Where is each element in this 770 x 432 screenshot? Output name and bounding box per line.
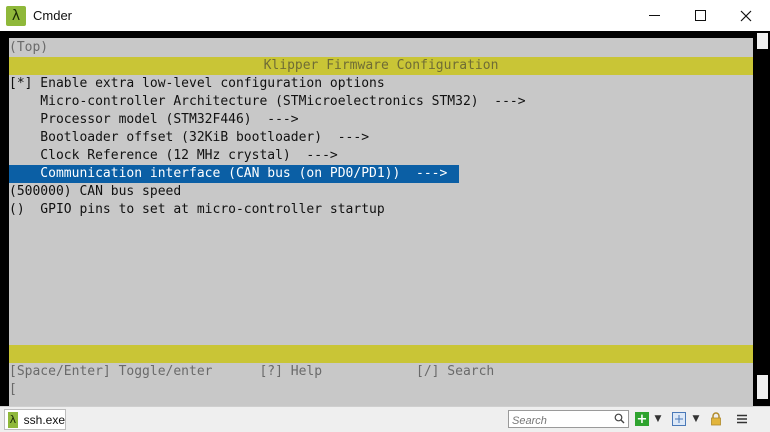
lambda-icon: λ	[6, 5, 26, 26]
lambda-icon: λ	[8, 411, 18, 428]
help-footer: [Space/Enter] Toggle/enter [?] Help [/] …	[9, 364, 495, 379]
lock-icon[interactable]	[709, 412, 723, 426]
split-icon[interactable]	[672, 412, 686, 426]
plus-icon[interactable]: +	[635, 412, 649, 427]
terminal-screen[interactable]: (Top) Klipper Firmware Configuration [*]…	[9, 38, 753, 430]
chevron-down-icon[interactable]: ▼	[689, 412, 703, 426]
menu-item[interactable]: (500000) CAN bus speed	[9, 183, 753, 201]
minimize-icon	[648, 15, 660, 16]
menu-footer-bar	[9, 345, 753, 363]
search-icon[interactable]	[614, 413, 625, 424]
scrollbar-top[interactable]	[757, 33, 768, 49]
maximize-icon	[694, 10, 706, 21]
maximize-button[interactable]	[677, 0, 723, 31]
minimize-button[interactable]	[631, 0, 677, 31]
menu-header-title: Klipper Firmware Configuration	[9, 57, 753, 75]
selected-item-label: Communication interface (CAN bus (on PD0…	[9, 165, 459, 183]
menu-item[interactable]: Bootloader offset (32KiB bootloader) ---…	[9, 129, 753, 147]
menu-icon[interactable]	[735, 412, 749, 426]
menu-item-selected[interactable]: Communication interface (CAN bus (on PD0…	[9, 165, 753, 183]
menu-item[interactable]: [*] Enable extra low-level configuration…	[9, 75, 753, 93]
command-prompt[interactable]: [	[9, 381, 753, 399]
window-title: Cmder	[33, 8, 73, 23]
title-bar: λ Cmder	[0, 0, 770, 31]
status-bar: λ ssh.exe + ▼ ▼	[0, 406, 770, 432]
tab-label: ssh.exe	[23, 412, 65, 427]
menu-item[interactable]: Micro-controller Architecture (STMicroel…	[9, 93, 753, 111]
menu-item[interactable]: () GPIO pins to set at micro-controller …	[9, 201, 753, 219]
close-button[interactable]	[723, 0, 769, 31]
chevron-down-icon[interactable]: ▼	[651, 412, 665, 426]
tab-ssh[interactable]: λ ssh.exe	[4, 409, 66, 430]
scrollbar-thumb[interactable]	[757, 375, 768, 399]
menu-item[interactable]: Clock Reference (12 MHz crystal) --->	[9, 147, 753, 165]
console-pane[interactable]: (Top) Klipper Firmware Configuration [*]…	[0, 31, 770, 430]
scrollbar[interactable]	[755, 33, 770, 400]
search-box[interactable]	[508, 410, 629, 429]
menu-item[interactable]: Processor model (STM32F446) --->	[9, 111, 753, 129]
top-indicator: (Top)	[9, 40, 49, 55]
close-icon	[740, 10, 752, 21]
search-input[interactable]	[509, 413, 609, 429]
